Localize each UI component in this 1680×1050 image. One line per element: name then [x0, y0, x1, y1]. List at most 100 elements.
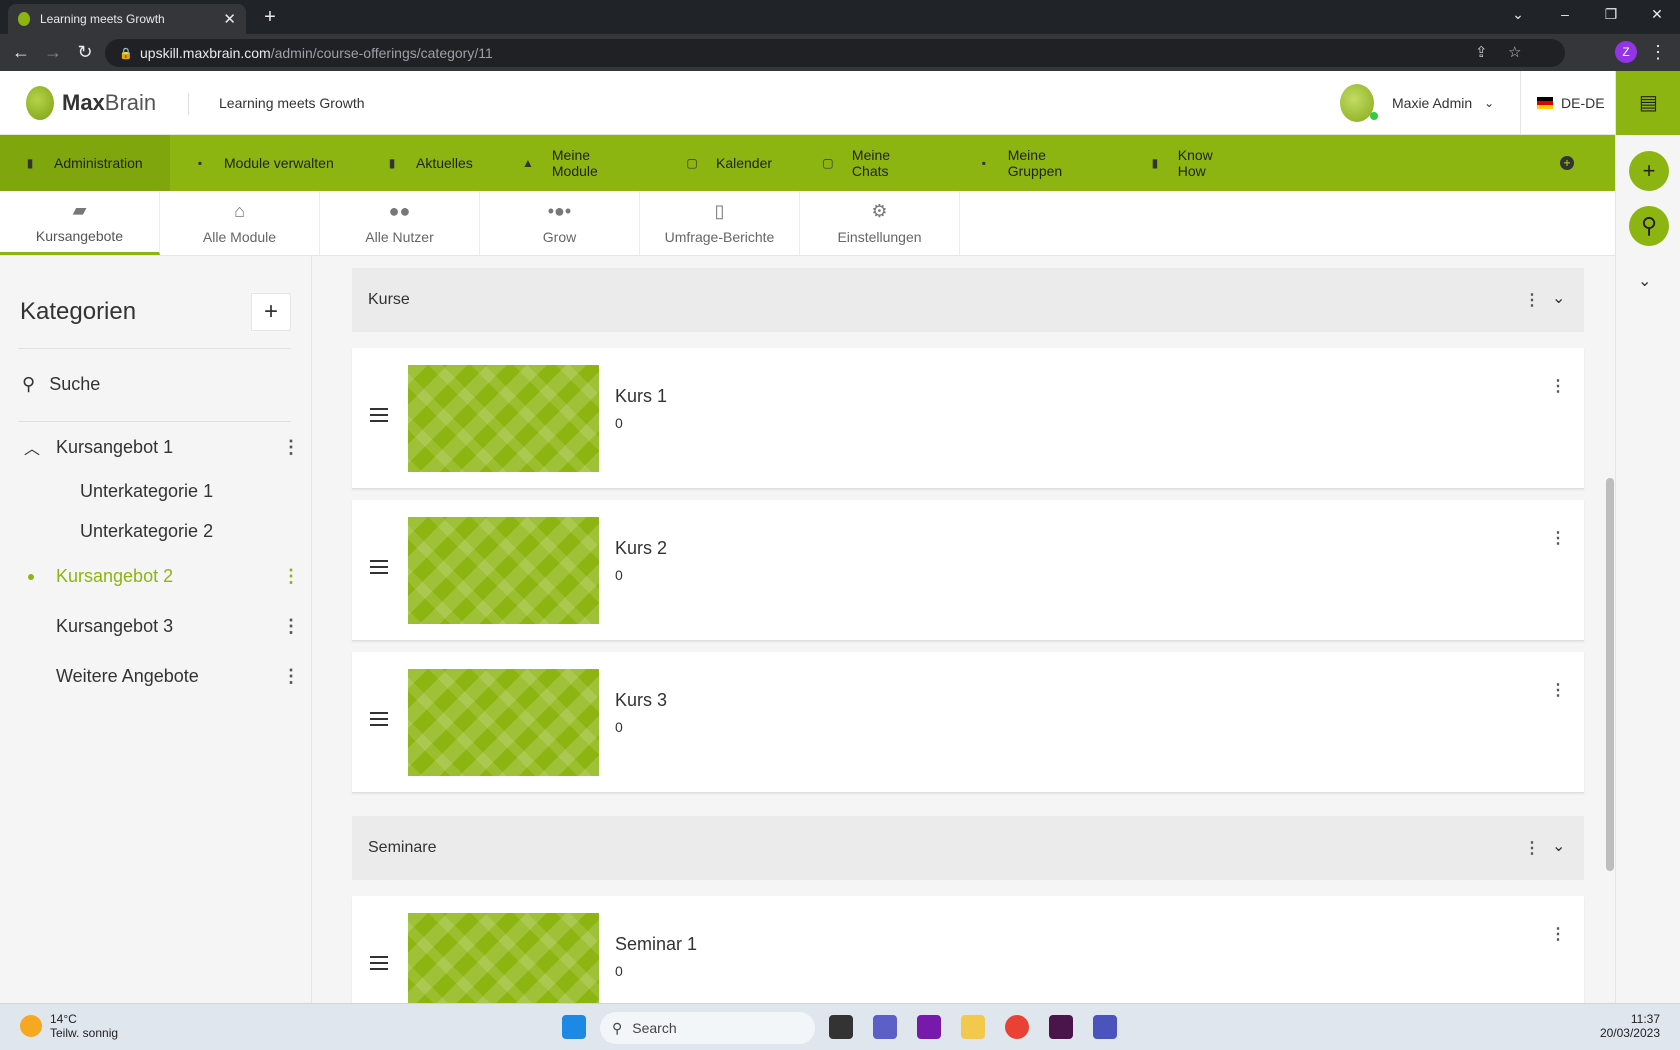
windows-start-icon[interactable] — [562, 1015, 586, 1039]
clock-date: 20/03/2023 — [1599, 1026, 1660, 1040]
section-header[interactable]: Seminare ⋮ ⌄ — [352, 816, 1584, 880]
users-icon: ●● — [388, 201, 411, 221]
more-vert-icon[interactable]: ⋮ — [1550, 376, 1566, 396]
tab-label: Umfrage-Berichte — [664, 229, 775, 245]
chevron-down-icon[interactable]: ⌄ — [1638, 271, 1651, 291]
nav-item-meine-gruppen[interactable]: ▪ Meine Gruppen — [954, 135, 1126, 191]
nav-item-aktuelles[interactable]: ▮ Aktuelles — [362, 135, 498, 191]
reload-icon[interactable]: ↻ — [73, 40, 97, 64]
course-card[interactable]: Kurs 2 0 ⋮ — [352, 500, 1584, 641]
language-switch[interactable]: DE-DE — [1520, 71, 1605, 135]
course-thumbnail — [408, 669, 599, 776]
file-explorer-icon[interactable] — [961, 1015, 985, 1039]
restore-icon[interactable]: ❐ — [1588, 0, 1634, 30]
more-vert-icon[interactable]: ⋮ — [1550, 680, 1566, 700]
scrollbar[interactable] — [1606, 478, 1614, 871]
profile-avatar[interactable]: Z — [1615, 41, 1637, 63]
chat-icon[interactable]: ▤ — [1616, 71, 1680, 135]
institution-icon: ⌂ — [234, 201, 245, 221]
taskbar-search[interactable]: ⚲ Search — [600, 1012, 815, 1044]
user-name: Maxie Admin — [1392, 95, 1473, 111]
new-tab-button[interactable]: + — [258, 6, 282, 30]
more-vert-icon[interactable]: ⋮ — [282, 616, 300, 636]
taskbar-search-label: Search — [632, 1020, 677, 1036]
course-card[interactable]: Kurs 3 0 ⋮ — [352, 652, 1584, 793]
course-count: 0 — [615, 719, 623, 735]
drag-handle-icon[interactable] — [370, 408, 388, 422]
forward-icon[interactable]: → — [41, 40, 65, 64]
task-view-icon[interactable] — [829, 1015, 853, 1039]
section-title: Seminare — [368, 839, 437, 856]
tab-einstellungen[interactable]: ⚙ Einstellungen — [800, 191, 960, 255]
teams-icon[interactable] — [1093, 1015, 1117, 1039]
extensions-icon[interactable] — [1550, 41, 1574, 65]
weather-widget[interactable]: 14°C Teilw. sonnig — [20, 1012, 118, 1040]
more-vert-icon[interactable]: ⋮ — [1524, 838, 1540, 858]
onenote-icon[interactable] — [917, 1015, 941, 1039]
sidebar-title: Kategorien — [20, 298, 137, 325]
nav-item-kalender[interactable]: ▢ Kalender — [662, 135, 798, 191]
tab-alle-module[interactable]: ⌂ Alle Module — [160, 191, 320, 255]
weather-sun-icon — [20, 1015, 42, 1037]
system-clock[interactable]: 11:37 20/03/2023 — [1590, 1012, 1660, 1040]
more-vert-icon[interactable]: ⋮ — [1550, 528, 1566, 548]
nav-label: Meine Chats — [851, 147, 891, 179]
graduation-cap-icon: ▲ — [522, 156, 534, 170]
add-category-button[interactable]: + — [251, 293, 291, 331]
drag-handle-icon[interactable] — [370, 560, 388, 574]
close-tab-icon[interactable]: ✕ — [223, 10, 236, 28]
back-icon[interactable]: ← — [9, 40, 33, 64]
bookmark-star-icon[interactable]: ☆ — [1508, 43, 1521, 61]
tab-alle-nutzer[interactable]: ●● Alle Nutzer — [320, 191, 480, 255]
tab-umfrage-berichte[interactable]: ▯ Umfrage-Berichte — [640, 191, 800, 255]
browser-tab[interactable]: Learning meets Growth ✕ — [8, 4, 246, 34]
search-button[interactable]: ⚲ — [1629, 206, 1669, 246]
chevron-down-icon[interactable]: ⌄ — [1552, 836, 1565, 856]
add-circle-icon[interactable]: + — [1560, 156, 1574, 170]
subcategory-item[interactable]: Unterkategorie 1 — [80, 481, 213, 502]
main-nav: ▮ Administration ▪ Module verwalten ▮ Aktue… — [0, 135, 1615, 191]
nav-item-know-how[interactable]: ▮ Know How — [1126, 135, 1256, 191]
tab-label: Einstellungen — [837, 229, 922, 245]
menu-kebab-icon[interactable]: ⋮ — [1646, 40, 1670, 64]
add-button[interactable]: + — [1629, 151, 1669, 191]
more-vert-icon[interactable]: ⋮ — [282, 437, 300, 457]
chrome-icon[interactable] — [1005, 1015, 1029, 1039]
temperature: 14°C — [50, 1012, 77, 1026]
tab-grow[interactable]: •●• Grow — [480, 191, 640, 255]
more-vert-icon[interactable]: ⋮ — [1524, 290, 1540, 310]
teams-chat-icon[interactable] — [873, 1015, 897, 1039]
more-vert-icon[interactable]: ⋮ — [1550, 924, 1566, 944]
url-field[interactable]: 🔒 upskill.maxbrain.com/admin/course-offe… — [105, 39, 1565, 67]
window-close-icon[interactable]: ✕ — [1634, 0, 1680, 30]
nav-item-meine-chats[interactable]: ▢ Meine Chats — [798, 135, 954, 191]
tab-kursangebote[interactable]: ▰ Kursangebote — [0, 191, 160, 255]
drag-handle-icon[interactable] — [370, 956, 388, 970]
course-offering-icon: ▰ — [72, 199, 87, 220]
slack-icon[interactable] — [1049, 1015, 1073, 1039]
chevron-down-icon[interactable]: ⌄ — [1552, 288, 1565, 308]
category-search[interactable]: ⚲ Suche — [22, 374, 100, 395]
minimize-icon[interactable]: – — [1542, 0, 1588, 30]
nav-item-module-verwalten[interactable]: ▪ Module verwalten — [170, 135, 362, 191]
category-label: Weitere Angebote — [56, 666, 199, 686]
nav-item-meine-module[interactable]: ▲ Meine Module — [498, 135, 662, 191]
subcategory-item[interactable]: Unterkategorie 2 — [80, 521, 213, 542]
nav-item-administration[interactable]: ▮ Administration — [0, 135, 170, 191]
url-path: /admin/course-offerings/category/11 — [270, 45, 493, 61]
chevron-down-icon: ⌄ — [1484, 96, 1495, 110]
course-card[interactable]: Kurs 1 0 ⋮ — [352, 348, 1584, 489]
course-card[interactable]: Seminar 1 0 ⋮ — [352, 896, 1584, 1003]
admin-subtabs: ▰ Kursangebote ⌂ Alle Module ●● Alle Nutzer… — [0, 191, 1615, 256]
chevron-up-icon[interactable]: ︿ — [24, 435, 40, 459]
more-vert-icon[interactable]: ⋮ — [282, 666, 300, 686]
section-title: Kurse — [368, 291, 410, 308]
user-menu[interactable]: Maxie Admin ⌄ — [1340, 84, 1494, 122]
tab-search-icon[interactable]: ⌄ — [1495, 0, 1541, 30]
drag-handle-icon[interactable] — [370, 712, 388, 726]
more-vert-icon[interactable]: ⋮ — [282, 566, 300, 586]
maxbrain-logo[interactable]: MaxBrain — [26, 86, 156, 120]
section-header[interactable]: Kurse ⋮ ⌄ — [352, 268, 1584, 332]
share-icon[interactable]: ⇪ — [1475, 43, 1488, 61]
language-label: DE-DE — [1561, 95, 1605, 111]
